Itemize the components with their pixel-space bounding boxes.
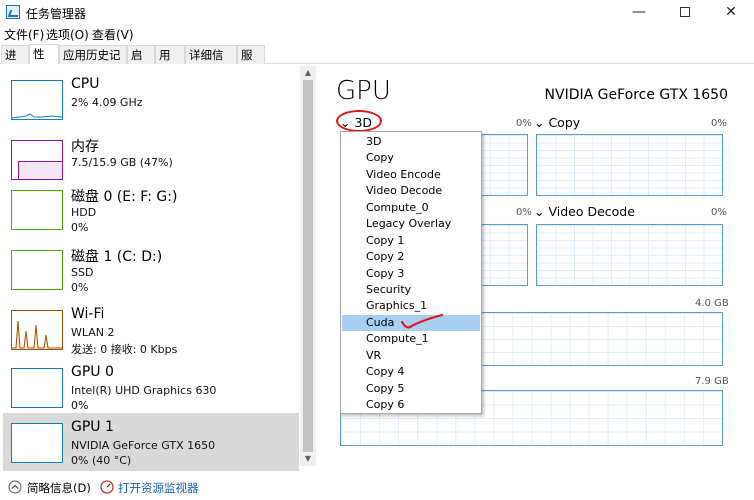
resource-usage: 0% (71, 221, 89, 234)
tab-processes[interactable]: 进程 (1, 45, 29, 80)
shared-memory-max: 7.9 GB (695, 376, 729, 387)
engine-percent: 0% (711, 207, 727, 218)
resource-title: GPU 1 (71, 419, 114, 435)
memory-fill (18, 161, 62, 179)
dropdown-option[interactable]: Graphics_1 (342, 298, 480, 314)
dropdown-option[interactable]: Copy 2 (342, 249, 480, 265)
resource-usage: 0% (40 °C) (71, 454, 132, 467)
memory-thumbnail (11, 140, 63, 180)
resource-title: CPU (71, 76, 100, 92)
dropdown-option[interactable]: Video Encode (342, 167, 480, 183)
annotation-checkmark-icon (400, 313, 444, 329)
resource-usage: 发送: 0 接收: 0 Kbps (71, 343, 178, 356)
dropdown-option[interactable]: VR (342, 348, 480, 364)
engine-percent: 0% (711, 118, 727, 129)
resource-item-cpu[interactable]: CPU 2% 4.09 GHz (3, 70, 299, 128)
dropdown-option[interactable]: Compute_0 (342, 200, 480, 216)
menu-options[interactable]: 选项(O) (46, 26, 89, 43)
resource-usage: 0% (71, 281, 89, 294)
wifi-sparkline (12, 320, 62, 349)
gpu-model-name: NVIDIA GeForce GTX 1650 (544, 87, 728, 103)
page-title: GPU (336, 76, 391, 106)
wifi-thumbnail (11, 310, 63, 350)
resource-list: CPU 2% 4.09 GHz 内存 7.5/15.9 GB (47%) 磁盘 … (0, 66, 318, 471)
dropdown-option[interactable]: Security (342, 282, 480, 298)
tab-details[interactable]: 详细信息 (185, 45, 237, 80)
disk0-thumbnail (11, 190, 63, 230)
tab-startup[interactable]: 启动 (127, 45, 155, 80)
gpu1-thumbnail (11, 423, 63, 463)
tab-bar: 进程 性能 应用历史记录 启动 用户 详细信息 服务 (0, 44, 754, 80)
chevron-up-icon[interactable] (8, 480, 22, 494)
dedicated-memory-max: 4.0 GB (695, 298, 729, 309)
title-bar: 任务管理器 — ✕ (0, 0, 754, 24)
dropdown-option[interactable]: Copy 1 (342, 233, 480, 249)
status-bar: 简略信息(D) 打开资源监视器 (0, 474, 754, 500)
resource-detail: 2% 4.09 GHz (71, 96, 143, 109)
tab-users[interactable]: 用户 (155, 45, 185, 80)
tab-app-history[interactable]: 应用历史记录 (59, 45, 127, 80)
menu-view[interactable]: 查看(V) (92, 26, 134, 43)
resource-title: 内存 (71, 139, 99, 155)
gpu0-thumbnail (11, 368, 63, 408)
resource-detail: WLAN 2 (71, 326, 115, 339)
disk1-thumbnail (11, 250, 63, 290)
minimize-button[interactable]: — (616, 0, 662, 24)
close-button[interactable]: ✕ (708, 0, 754, 24)
resource-detail: 7.5/15.9 GB (47%) (71, 156, 173, 169)
task-manager-icon (6, 5, 20, 19)
resource-detail: NVIDIA GeForce GTX 1650 (71, 439, 216, 452)
resource-title: Wi-Fi (71, 306, 105, 322)
dropdown-option[interactable]: Copy 5 (342, 381, 480, 397)
resource-detail: HDD (71, 206, 97, 219)
engine-graph-copy (536, 134, 723, 196)
resource-item-wifi[interactable]: Wi-Fi WLAN 2 发送: 0 接收: 0 Kbps (3, 300, 299, 358)
dropdown-option[interactable]: Copy 4 (342, 364, 480, 380)
engine-percent: 0% (516, 207, 532, 218)
maximize-button[interactable] (662, 0, 708, 24)
annotation-circle (336, 110, 382, 132)
resource-monitor-icon (100, 480, 114, 494)
resource-title: 磁盘 1 (C: D:) (71, 249, 163, 265)
engine-dropdown: 3D Copy Video Encode Video Decode Comput… (340, 131, 482, 414)
resource-detail: SSD (71, 266, 94, 279)
scroll-down-arrow[interactable]: ▼ (300, 452, 316, 466)
resource-list-scrollbar[interactable]: ▲ ▼ (300, 66, 316, 466)
dropdown-option[interactable]: Copy (342, 150, 480, 166)
dropdown-option[interactable]: Compute_1 (342, 331, 480, 347)
menu-file[interactable]: 文件(F) (4, 26, 44, 43)
scroll-up-arrow[interactable]: ▲ (300, 66, 316, 80)
dropdown-option[interactable]: Legacy Overlay (342, 216, 480, 232)
resource-item-gpu0[interactable]: GPU 0 Intel(R) UHD Graphics 630 0% (3, 358, 299, 416)
resource-usage: 0% (71, 399, 89, 412)
cpu-thumbnail (11, 80, 63, 120)
engine-selector-copy[interactable]: ⌄ Copy (534, 115, 580, 130)
resource-detail: Intel(R) UHD Graphics 630 (71, 384, 217, 397)
engine-selector-video-decode[interactable]: ⌄ Video Decode (534, 204, 635, 219)
scroll-thumb[interactable] (303, 80, 313, 452)
dropdown-option[interactable]: Video Decode (342, 183, 480, 199)
window-title: 任务管理器 (26, 7, 87, 21)
brief-info-button[interactable]: 简略信息(D) (27, 480, 91, 496)
dropdown-option[interactable]: 3D (342, 134, 480, 150)
dropdown-option[interactable]: Copy 6 (342, 397, 480, 413)
engine-label: Copy (548, 115, 581, 130)
cpu-sparkline (11, 113, 63, 119)
dropdown-option[interactable]: Copy 3 (342, 266, 480, 282)
resource-item-gpu1[interactable]: GPU 1 NVIDIA GeForce GTX 1650 0% (40 °C) (3, 413, 299, 471)
open-resource-monitor-link[interactable]: 打开资源监视器 (118, 480, 199, 496)
engine-label: Video Decode (548, 204, 635, 219)
engine-graph-video-decode (536, 224, 723, 286)
menu-bar: 文件(F) 选项(O) 查看(V) (0, 24, 754, 44)
tab-services[interactable]: 服务 (237, 45, 265, 80)
resource-item-disk0[interactable]: 磁盘 0 (E: F: G:) HDD 0% (3, 180, 299, 238)
maximize-icon (680, 7, 690, 17)
engine-percent: 0% (516, 118, 532, 129)
tab-performance[interactable]: 性能 (29, 44, 59, 79)
resource-title: 磁盘 0 (E: F: G:) (71, 189, 178, 205)
resource-title: GPU 0 (71, 364, 114, 380)
resource-item-disk1[interactable]: 磁盘 1 (C: D:) SSD 0% (3, 240, 299, 298)
